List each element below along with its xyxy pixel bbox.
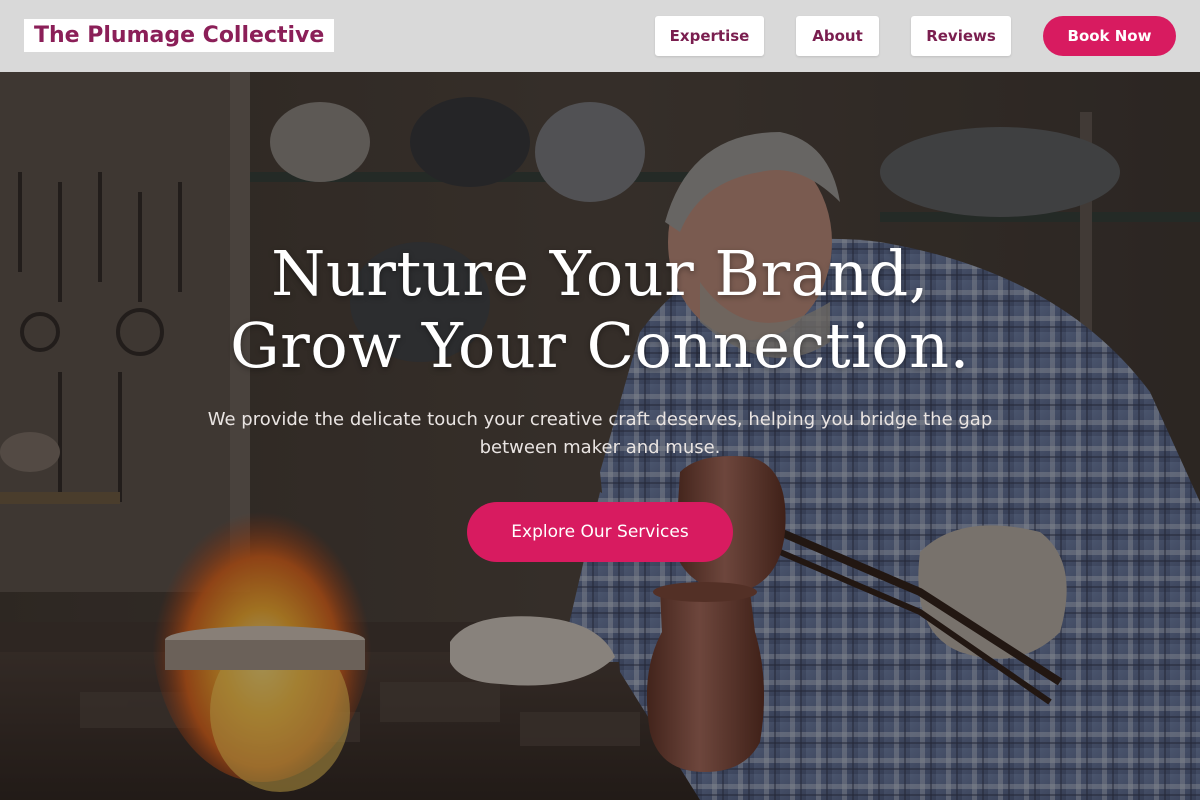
hero-section: Nurture Your Brand, Grow Your Connection… — [0, 72, 1200, 800]
hero-headline: Nurture Your Brand, Grow Your Connection… — [100, 238, 1100, 382]
site-header: The Plumage Collective Expertise About R… — [0, 0, 1200, 72]
nav-expertise[interactable]: Expertise — [655, 16, 764, 56]
nav-reviews[interactable]: Reviews — [911, 16, 1011, 56]
headline-line-1: Nurture Your Brand, — [271, 237, 929, 310]
explore-services-button[interactable]: Explore Our Services — [467, 502, 733, 562]
brand-logo[interactable]: The Plumage Collective — [24, 19, 335, 52]
book-now-button[interactable]: Book Now — [1043, 16, 1176, 56]
headline-line-2: Grow Your Connection. — [230, 309, 970, 382]
nav-about[interactable]: About — [796, 16, 879, 56]
hero-content: Nurture Your Brand, Grow Your Connection… — [0, 72, 1200, 800]
hero-subtitle: We provide the delicate touch your creat… — [207, 409, 993, 458]
